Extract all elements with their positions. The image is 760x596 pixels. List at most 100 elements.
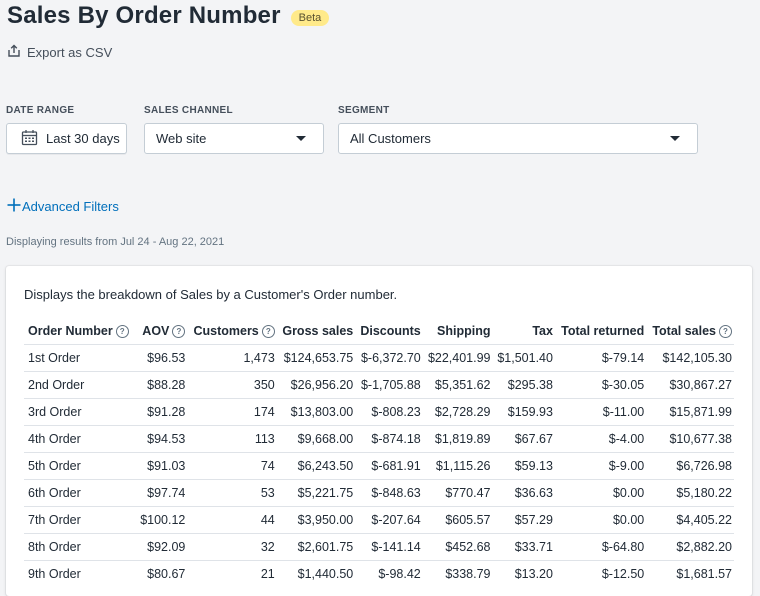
cell-tax: $57.29 [492, 506, 555, 534]
column-header-shipping[interactable]: Shipping [423, 318, 493, 345]
column-header-discounts[interactable]: Discounts [355, 318, 423, 345]
sales-channel-value: Web site [156, 131, 207, 146]
column-header-order-number[interactable]: Order Number? [24, 318, 136, 345]
cell-customers: 53 [187, 479, 277, 507]
table-body: 1st Order $96.53 1,473 $124,653.75 $-6,372.7… [24, 344, 734, 587]
sales-table: Order Number? AOV? Customers? Gross sales Di… [24, 318, 734, 587]
segment-label: SEGMENT [338, 105, 390, 116]
cell-total-sales: $2,882.20 [646, 533, 734, 561]
cell-total-returned: $-79.14 [554, 344, 647, 372]
table-row: 1st Order $96.53 1,473 $124,653.75 $-6,372.7… [24, 344, 734, 372]
help-icon[interactable]: ? [115, 325, 129, 339]
cell-discounts: $-681.91 [355, 452, 423, 480]
date-range-value: Last 30 days [46, 131, 120, 146]
cell-shipping: $2,728.29 [422, 398, 493, 426]
advanced-filters-link[interactable]: Advanced Filters [6, 197, 119, 216]
cell-aov: $91.03 [135, 452, 188, 480]
cell-gross-sales: $5,221.75 [276, 479, 356, 507]
beta-badge: Beta [290, 10, 330, 26]
segment-select[interactable]: All Customers [338, 123, 698, 154]
cell-tax: $1,501.40 [492, 344, 555, 372]
cell-order-number: 3rd Order [24, 398, 136, 426]
table-row: 7th Order $100.12 44 $3,950.00 $-207.64 $605.… [24, 506, 734, 534]
table-header-row: Order Number? AOV? Customers? Gross sales Di… [24, 318, 734, 345]
cell-customers: 113 [187, 425, 277, 453]
cell-gross-sales: $3,950.00 [276, 506, 356, 534]
chevron-down-icon [296, 136, 306, 141]
column-header-total-sales[interactable]: Total sales? [646, 318, 734, 345]
column-header-gross-sales[interactable]: Gross sales [277, 318, 355, 345]
column-header-label: Customers [193, 323, 259, 338]
cell-total-sales: $6,726.98 [646, 452, 734, 480]
table-row: 2nd Order $88.28 350 $26,956.20 $-1,705.88 $5… [24, 371, 734, 399]
cell-shipping: $338.79 [422, 560, 493, 587]
cell-aov: $96.53 [135, 344, 188, 372]
export-csv-button[interactable]: Export as CSV [7, 44, 112, 61]
cell-shipping: $22,401.99 [422, 344, 493, 372]
cell-aov: $97.74 [135, 479, 188, 507]
cell-customers: 174 [187, 398, 277, 426]
advanced-filters-label: Advanced Filters [22, 199, 119, 214]
cell-shipping: $1,819.89 [422, 425, 493, 453]
table-row: 8th Order $92.09 32 $2,601.75 $-141.14 $452.6… [24, 533, 734, 561]
cell-total-returned: $0.00 [554, 479, 647, 507]
cell-aov: $92.09 [135, 533, 188, 561]
cell-customers: 1,473 [187, 344, 277, 372]
table-row: 6th Order $97.74 53 $5,221.75 $-848.63 $770.4… [24, 479, 734, 507]
cell-discounts: $-874.18 [355, 425, 423, 453]
cell-order-number: 2nd Order [24, 371, 136, 399]
column-header-customers[interactable]: Customers? [187, 318, 276, 345]
calendar-icon [21, 129, 46, 149]
cell-aov: $91.28 [135, 398, 188, 426]
cell-aov: $100.12 [135, 506, 188, 534]
column-header-label: Order Number [28, 323, 113, 338]
cell-gross-sales: $13,803.00 [276, 398, 356, 426]
report-description: Displays the breakdown of Sales by a Cus… [24, 287, 398, 302]
cell-gross-sales: $124,653.75 [276, 344, 356, 372]
column-header-label: Shipping [437, 324, 491, 338]
cell-total-sales: $15,871.99 [646, 398, 734, 426]
column-header-label: Discounts [360, 324, 421, 338]
cell-discounts: $-848.63 [355, 479, 423, 507]
cell-total-sales: $142,105.30 [646, 344, 734, 372]
cell-tax: $13.20 [492, 560, 555, 587]
cell-total-returned: $-9.00 [554, 452, 647, 480]
cell-aov: $80.67 [135, 560, 188, 587]
cell-total-returned: $-11.00 [554, 398, 647, 426]
cell-total-returned: $-30.05 [554, 371, 647, 399]
cell-total-returned: $0.00 [554, 506, 647, 534]
export-csv-label: Export as CSV [27, 45, 113, 60]
table-row: 9th Order $80.67 21 $1,440.50 $-98.42 $338.79… [24, 560, 734, 587]
table-row: 3rd Order $91.28 174 $13,803.00 $-808.23 $2,7… [24, 398, 734, 426]
cell-tax: $59.13 [492, 452, 555, 480]
date-range-button[interactable]: Last 30 days [6, 123, 127, 154]
cell-tax: $67.67 [492, 425, 555, 453]
cell-gross-sales: $9,668.00 [276, 425, 356, 453]
column-header-tax[interactable]: Tax [493, 318, 555, 345]
column-header-label: Gross sales [282, 324, 354, 338]
cell-customers: 32 [187, 533, 277, 561]
help-icon[interactable]: ? [172, 325, 186, 339]
cell-tax: $33.71 [492, 533, 555, 561]
cell-discounts: $-141.14 [355, 533, 423, 561]
report-card: Displays the breakdown of Sales by a Cus… [6, 266, 752, 596]
cell-order-number: 6th Order [24, 479, 136, 507]
cell-total-sales: $4,405.22 [646, 506, 734, 534]
column-header-label: AOV [142, 323, 170, 338]
export-icon [7, 44, 27, 61]
cell-shipping: $770.47 [422, 479, 493, 507]
cell-aov: $94.53 [135, 425, 188, 453]
help-icon[interactable]: ? [261, 325, 275, 339]
column-header-total-returned[interactable]: Total returned [555, 318, 646, 345]
cell-gross-sales: $26,956.20 [276, 371, 356, 399]
help-icon[interactable]: ? [719, 325, 732, 339]
cell-customers: 350 [187, 371, 277, 399]
cell-discounts: $-98.42 [355, 560, 423, 587]
page-title: Sales By Order Number [7, 2, 281, 29]
cell-order-number: 1st Order [24, 344, 136, 372]
sales-channel-select[interactable]: Web site [144, 123, 324, 154]
cell-shipping: $452.68 [422, 533, 493, 561]
column-header-label: Total sales [652, 323, 716, 338]
column-header-aov[interactable]: AOV? [136, 318, 188, 345]
results-range-text: Displaying results from Jul 24 - Aug 22,… [6, 236, 225, 248]
